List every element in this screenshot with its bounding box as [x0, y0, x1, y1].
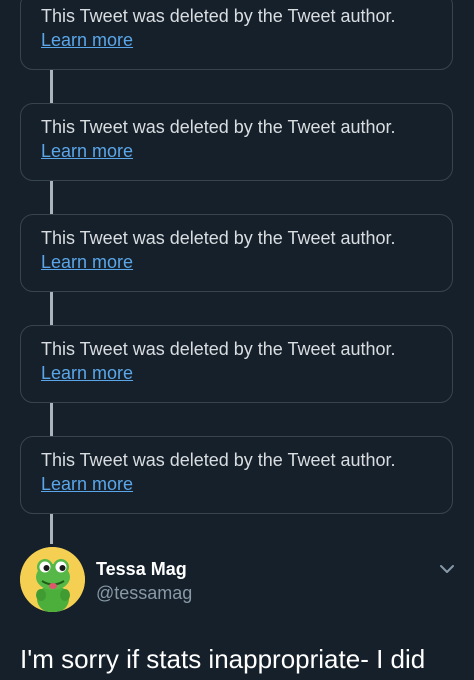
deleted-tweet-message: This Tweet was deleted by the Tweet auth…	[41, 6, 396, 26]
author-handle[interactable]: @tessamag	[96, 583, 192, 604]
green-frog-avatar-icon	[20, 547, 85, 612]
tweet-menu-button[interactable]	[436, 560, 458, 578]
learn-more-link[interactable]: Learn more	[41, 363, 133, 384]
deleted-tweet-message: This Tweet was deleted by the Tweet auth…	[41, 450, 396, 470]
learn-more-link[interactable]: Learn more	[41, 141, 133, 162]
learn-more-link[interactable]: Learn more	[41, 474, 133, 495]
tweet-text: I'm sorry if stats inappropriate- I did	[20, 644, 426, 674]
learn-more-link[interactable]: Learn more	[41, 252, 133, 273]
author-name[interactable]: Tessa Mag	[96, 559, 187, 580]
thread-connector-line	[50, 70, 53, 104]
learn-more-link[interactable]: Learn more	[41, 30, 133, 51]
deleted-tweet-message: This Tweet was deleted by the Tweet auth…	[41, 339, 396, 359]
deleted-tweet-card[interactable]: This Tweet was deleted by the Tweet auth…	[20, 103, 453, 181]
deleted-tweet-card[interactable]: This Tweet was deleted by the Tweet auth…	[20, 325, 453, 403]
deleted-tweet-card[interactable]: This Tweet was deleted by the Tweet auth…	[20, 436, 453, 514]
thread-connector-line	[50, 403, 53, 437]
avatar[interactable]	[20, 547, 85, 612]
thread-connector-line	[50, 292, 53, 326]
thread-connector-line	[50, 181, 53, 215]
chevron-down-icon	[440, 565, 454, 573]
tweet-thread: This Tweet was deleted by the Tweet auth…	[0, 0, 474, 680]
deleted-tweet-card[interactable]: This Tweet was deleted by the Tweet auth…	[20, 214, 453, 292]
deleted-tweet-card[interactable]: This Tweet was deleted by the Tweet auth…	[20, 0, 453, 70]
deleted-tweet-message: This Tweet was deleted by the Tweet auth…	[41, 228, 396, 248]
thread-connector-line	[50, 514, 53, 544]
deleted-tweet-message: This Tweet was deleted by the Tweet auth…	[41, 117, 396, 137]
